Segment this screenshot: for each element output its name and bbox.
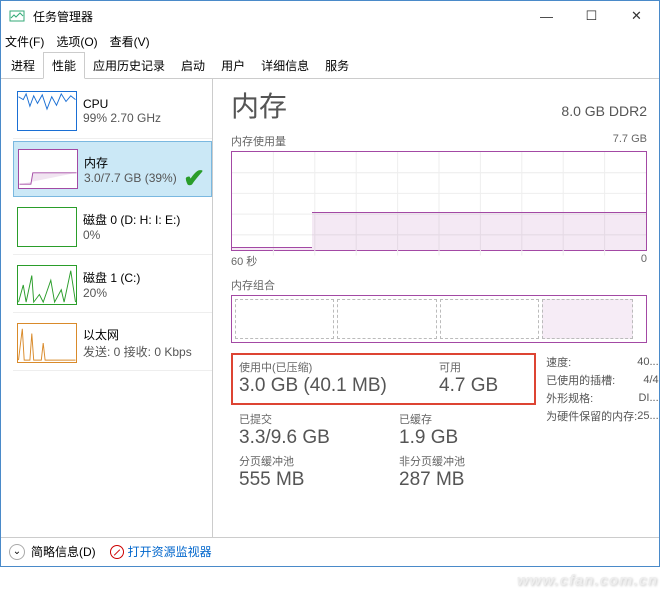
sidebar-item-sub: 20% — [83, 286, 140, 300]
tab-bar: 进程 性能 应用历史记录 启动 用户 详细信息 服务 — [1, 55, 659, 79]
paged-label: 分页缓冲池 — [239, 453, 369, 469]
disk1-thumbnail — [17, 265, 77, 305]
cpu-thumbnail — [17, 91, 77, 131]
sidebar-item-ethernet[interactable]: 以太网 发送: 0 接收: 0 Kbps — [13, 315, 212, 371]
check-icon: ✔ — [183, 163, 205, 194]
minimize-button[interactable]: — — [524, 1, 569, 31]
app-icon — [9, 8, 25, 24]
window-title: 任务管理器 — [33, 8, 524, 25]
committed-value: 3.3/9.6 GB — [239, 427, 369, 449]
sidebar-item-label: 以太网 — [83, 326, 192, 343]
sidebar-item-sub: 0% — [83, 228, 180, 242]
menubar: 文件(F) 选项(O) 查看(V) — [1, 31, 659, 51]
memory-details-table: 速度:40... 已使用的插槽:4/4 外形规格:DI... 为硬件保留的内存:… — [536, 353, 658, 491]
tab-app-history[interactable]: 应用历史记录 — [85, 53, 173, 78]
memory-total: 8.0 GB DDR2 — [561, 103, 647, 119]
close-button[interactable]: ✕ — [614, 1, 659, 31]
nonpaged-label: 非分页缓冲池 — [399, 453, 465, 469]
detail-pane: 内存 8.0 GB DDR2 内存使用量 7.7 GB — [213, 79, 659, 537]
sidebar-item-disk0[interactable]: 磁盘 0 (D: H: I: E:) 0% — [13, 199, 212, 255]
tab-users[interactable]: 用户 — [213, 53, 253, 78]
available-value: 4.7 GB — [439, 375, 498, 397]
menu-options[interactable]: 选项(O) — [56, 33, 97, 50]
usage-max: 7.7 GB — [613, 133, 647, 149]
expand-icon[interactable]: ⌄ — [9, 544, 25, 560]
available-label: 可用 — [439, 359, 498, 375]
maximize-button[interactable]: ☐ — [569, 1, 614, 31]
titlebar: 任务管理器 — ☐ ✕ — [1, 1, 659, 31]
menu-view[interactable]: 查看(V) — [110, 33, 150, 50]
sidebar-item-label: CPU — [83, 97, 161, 111]
inuse-label: 使用中(已压缩) — [239, 359, 409, 375]
paged-value: 555 MB — [239, 469, 369, 491]
fewer-details-link[interactable]: 简略信息(D) — [31, 543, 96, 560]
sidebar-item-label: 磁盘 0 (D: H: I: E:) — [83, 211, 180, 228]
resource-monitor-link[interactable]: 打开资源监视器 — [110, 543, 212, 560]
usage-label: 内存使用量 — [231, 133, 286, 149]
tab-performance[interactable]: 性能 — [43, 52, 85, 79]
watermark: www.cfan.com.cn — [517, 572, 658, 589]
sidebar-item-label: 内存 — [84, 154, 177, 171]
inuse-value: 3.0 GB (40.1 MB) — [239, 375, 409, 397]
memory-usage-chart — [231, 151, 647, 251]
memory-thumbnail — [18, 149, 78, 189]
sidebar-item-sub: 发送: 0 接收: 0 Kbps — [83, 343, 192, 360]
cached-label: 已缓存 — [399, 411, 458, 427]
committed-label: 已提交 — [239, 411, 369, 427]
sidebar-item-label: 磁盘 1 (C:) — [83, 269, 140, 286]
detail-title: 内存 — [231, 85, 287, 125]
sidebar-item-memory[interactable]: 内存 3.0/7.7 GB (39%) ✔ — [13, 141, 212, 197]
tab-processes[interactable]: 进程 — [3, 53, 43, 78]
sidebar-item-sub: 3.0/7.7 GB (39%) — [84, 171, 177, 185]
memory-composition-chart — [231, 295, 647, 343]
ethernet-thumbnail — [17, 323, 77, 363]
resource-monitor-icon — [110, 545, 124, 559]
cached-value: 1.9 GB — [399, 427, 458, 449]
sidebar: CPU 99% 2.70 GHz 内存 3.0/7.7 GB (39%) ✔ 磁… — [1, 79, 213, 537]
nonpaged-value: 287 MB — [399, 469, 465, 491]
tab-details[interactable]: 详细信息 — [253, 53, 317, 78]
composition-label: 内存组合 — [231, 277, 275, 293]
sidebar-item-cpu[interactable]: CPU 99% 2.70 GHz — [13, 83, 212, 139]
disk0-thumbnail — [17, 207, 77, 247]
tab-startup[interactable]: 启动 — [173, 53, 213, 78]
highlighted-stats: 使用中(已压缩) 3.0 GB (40.1 MB) 可用 4.7 GB — [231, 353, 536, 405]
tab-services[interactable]: 服务 — [317, 53, 357, 78]
sidebar-item-sub: 99% 2.70 GHz — [83, 111, 161, 125]
menu-file[interactable]: 文件(F) — [5, 33, 44, 50]
sidebar-item-disk1[interactable]: 磁盘 1 (C:) 20% — [13, 257, 212, 313]
